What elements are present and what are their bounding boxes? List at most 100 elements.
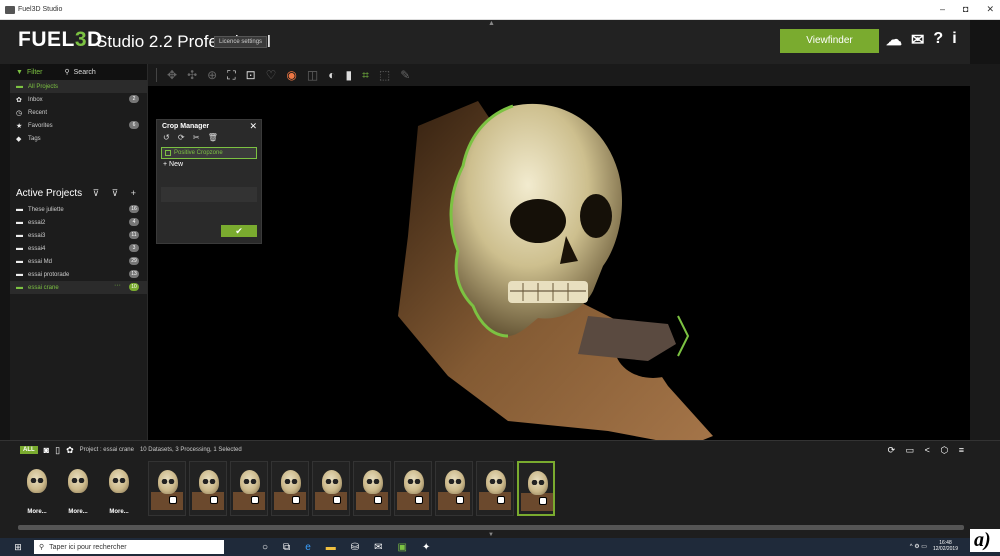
crop-tools[interactable]: ↺ ⟳ ✂ 🗑 (157, 133, 261, 145)
more-options-icon[interactable]: ··· (114, 282, 121, 289)
thumbnail-list: More... More... More... (18, 461, 555, 521)
confirm-button[interactable]: ✔ (221, 225, 257, 237)
light-icon[interactable]: ♡ (266, 68, 277, 82)
project-label: These juliette (28, 206, 64, 213)
active-projects-tools[interactable]: ⊽ ⊽ + (93, 188, 141, 199)
folder-icon: ▬ (16, 271, 23, 278)
focus-icon[interactable]: ⊡ (246, 68, 256, 82)
paint-icon[interactable]: ✦ (422, 542, 430, 553)
crop-icon[interactable]: ⌗ (362, 68, 369, 83)
nav-item-label: Favorites (28, 122, 53, 129)
close-icon[interactable]: ✕ (249, 121, 257, 132)
dataset-thumbnail[interactable] (189, 461, 227, 516)
skull-thumbnail-image (240, 470, 260, 494)
dataset-thumbnail[interactable] (312, 461, 350, 516)
edge-icon[interactable]: e (305, 542, 311, 553)
3d-viewport[interactable] (148, 86, 970, 448)
filmstrip: ALL ◙ ▯ ✿ Project : essai crane 10 Datas… (0, 440, 1000, 538)
nav-item-tags[interactable]: ◆ Tags (10, 132, 147, 145)
pan-icon[interactable]: ✣ (187, 68, 197, 82)
select-icon[interactable]: ⬚ (379, 68, 390, 82)
project-item[interactable]: ▬ These juliette 16 (10, 203, 147, 216)
folder-icon: ▬ (16, 258, 23, 265)
close-button[interactable]: ✕ (986, 4, 994, 15)
dataset-thumbnail[interactable] (435, 461, 473, 516)
dataset-thumbnail[interactable] (353, 461, 391, 516)
gear-icon: ✿ (16, 96, 22, 104)
settings-icon[interactable]: ✿ (66, 445, 74, 456)
search-icon[interactable]: ⚲ (65, 68, 70, 76)
nav-item-favorites[interactable]: ★ Favorites 6 (10, 119, 147, 132)
project-item[interactable]: ▬ essai Md 29 (10, 255, 147, 268)
project-item[interactable]: ▬ essai4 3 (10, 242, 147, 255)
project-item[interactable]: ▬ essai2 4 (10, 216, 147, 229)
count-badge: 16 (129, 205, 139, 213)
store-icon[interactable]: ⛁ (351, 542, 359, 553)
clock-icon: ◷ (16, 109, 23, 117)
tray-icons[interactable]: ^ ⚙ ▭ (910, 543, 927, 550)
project-item[interactable]: ▬ essai protorade 13 (10, 268, 147, 281)
filter-button[interactable]: Filter (27, 69, 43, 76)
thumbnail-background (274, 492, 306, 510)
filter-icon[interactable]: ▼ (16, 69, 23, 76)
dataset-thumbnail[interactable] (517, 461, 555, 516)
filmstrip-actions[interactable]: ⟳ ▭ < ⬡ ≡ (888, 445, 968, 456)
mesh-icon[interactable]: ◫ (307, 68, 318, 82)
skull-thumbnail-image (158, 470, 178, 494)
positive-cropzone-item[interactable]: Positive Cropzone (161, 147, 257, 159)
task-view-icon[interactable]: ⧉ (283, 542, 290, 553)
project-item[interactable]: ▬ essai3 11 (10, 229, 147, 242)
filmstrip-scrollbar[interactable] (18, 525, 964, 530)
start-button[interactable]: ⊞ (10, 542, 26, 553)
search-button[interactable]: Search (74, 69, 96, 76)
dataset-thumbnail[interactable] (394, 461, 432, 516)
thumbnail-background (438, 492, 470, 510)
more-thumbnail[interactable]: More... (18, 461, 56, 516)
license-settings-button[interactable]: Licence settings (214, 36, 268, 48)
count-badge: 3 (129, 244, 139, 252)
rotate-icon[interactable]: ✥ (167, 68, 177, 82)
taskbar-search[interactable]: ⚲ Taper ici pour rechercher (34, 540, 224, 554)
zoom-icon[interactable]: ⊕ (207, 68, 217, 82)
contrast-icon[interactable]: ◐ (328, 68, 335, 82)
collapse-header-icon[interactable]: ▲ (488, 20, 495, 27)
project-item[interactable]: ▬ essai crane ··· 10 (10, 281, 147, 294)
nav-item-inbox[interactable]: ✿ Inbox 2 (10, 93, 147, 106)
more-label: More... (68, 509, 88, 515)
measure-icon[interactable]: ✎ (400, 68, 410, 82)
viewfinder-button[interactable]: Viewfinder (780, 29, 879, 53)
help-icon[interactable]: ? (933, 30, 943, 50)
cortana-icon[interactable]: ○ (262, 542, 268, 553)
filter-all-button[interactable]: ALL (20, 446, 38, 454)
window-titlebar: Fuel3D Studio – ◘ ✕ (0, 0, 1000, 20)
color-icon[interactable]: ◉ (286, 68, 296, 82)
taskbar-clock[interactable]: 16:48 12/02/2019 (933, 540, 958, 552)
mail-app-icon[interactable]: ✉ (374, 542, 382, 553)
thumbnail-spacer (141, 461, 145, 521)
cropzone-checkbox[interactable] (165, 150, 171, 156)
background-icon[interactable]: ▮ (346, 68, 353, 82)
info-icon[interactable]: i (952, 30, 956, 50)
minimize-button[interactable]: – (940, 4, 945, 15)
dataset-thumbnail[interactable] (271, 461, 309, 516)
viewport-toolbar: ✥ ✣ ⊕ ⛶ ⊡ ♡ ◉ ◫ ◐ ▮ ⌗ ⬚ ✎ (148, 64, 970, 86)
dataset-thumbnail[interactable] (148, 461, 186, 516)
nav-item-recent[interactable]: ◷ Recent (10, 106, 147, 119)
nav-item-all-projects[interactable]: ▬ All Projects (10, 80, 147, 93)
count-badge: 13 (129, 270, 139, 278)
status-marker-icon (456, 496, 464, 504)
fit-icon[interactable]: ⛶ (227, 68, 235, 83)
new-cropzone-button[interactable]: + New (157, 161, 261, 173)
dataset-thumbnail[interactable] (476, 461, 514, 516)
dataset-thumbnail[interactable] (230, 461, 268, 516)
folder-icon: ▬ (16, 232, 23, 239)
explorer-icon[interactable]: ▬ (326, 542, 336, 553)
cloud-icon[interactable]: ☁ (886, 30, 902, 50)
more-thumbnail[interactable]: More... (59, 461, 97, 516)
maximize-button[interactable]: ◘ (963, 4, 968, 15)
scanner-icon[interactable]: ▯ (55, 445, 60, 456)
more-thumbnail[interactable]: More... (100, 461, 138, 516)
fuel3d-app-icon[interactable]: ▣ (398, 542, 407, 553)
camera-icon[interactable]: ◙ (44, 445, 49, 455)
mail-icon[interactable]: ✉ (911, 30, 924, 50)
